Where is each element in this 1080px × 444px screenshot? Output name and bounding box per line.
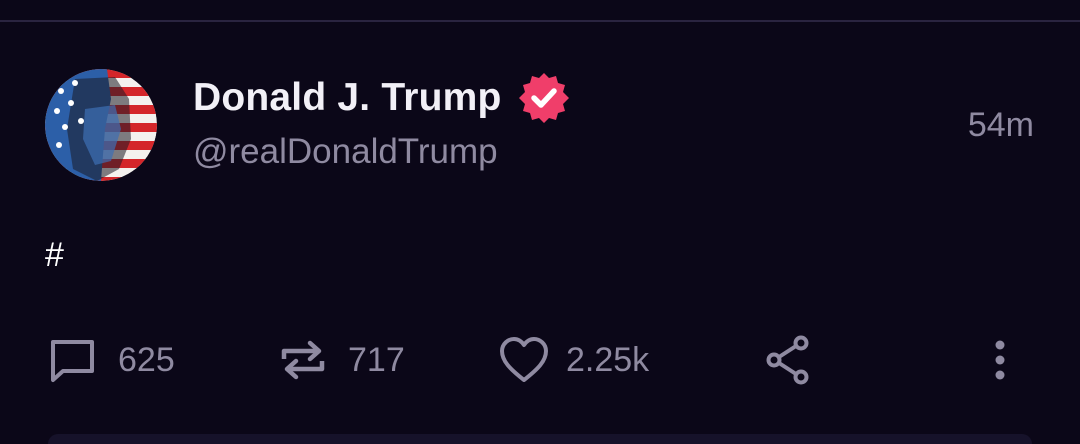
reply-count: 625 [118,340,175,379]
repost-button[interactable]: 717 [278,332,405,388]
like-button[interactable]: 2.25k [498,332,649,388]
repost-count: 717 [348,340,405,379]
top-divider [0,0,1080,22]
author-name[interactable]: Donald J. Trump [193,76,502,120]
author-handle[interactable]: @realDonaldTrump [193,132,498,172]
post-actions: 625 717 2.25k [0,332,1080,388]
post-card: Donald J. Trump @realDonaldTrump 54m # 6… [0,0,1080,444]
more-options-button[interactable] [986,332,1014,388]
avatar[interactable] [45,69,157,181]
repost-icon [281,340,325,380]
share-icon [766,335,809,385]
heart-icon [500,337,548,382]
share-button[interactable] [765,332,813,388]
more-vertical-icon [995,340,1005,380]
comment-icon [51,340,94,382]
like-count: 2.25k [566,340,650,379]
avatar-image [45,69,157,181]
post-text: # [45,236,64,274]
next-card-edge [48,434,1032,444]
reply-button[interactable]: 625 [48,332,175,388]
post-timestamp[interactable]: 54m [968,106,1034,145]
verified-badge-icon [518,73,569,123]
author-name-row[interactable]: Donald J. Trump [193,72,572,124]
